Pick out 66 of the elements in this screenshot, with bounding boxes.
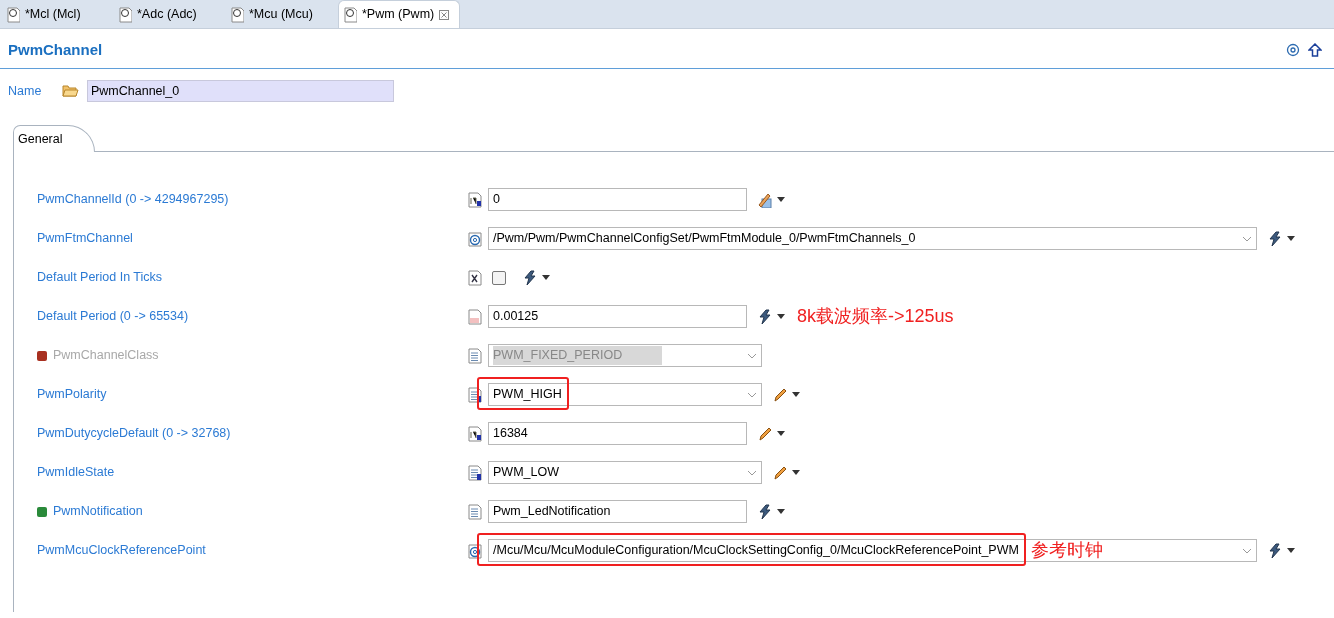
caret-down-icon[interactable] bbox=[777, 431, 785, 436]
name-field[interactable]: PwmChannel_0 bbox=[87, 80, 394, 102]
document-icon bbox=[6, 6, 20, 23]
field-label: PwmFtmChannel bbox=[37, 230, 133, 248]
field-label: PwmIdleState bbox=[37, 464, 115, 482]
caret-down-icon[interactable] bbox=[777, 197, 785, 202]
caret-down-icon[interactable] bbox=[777, 314, 785, 319]
caret-down-icon[interactable] bbox=[792, 470, 800, 475]
chevron-down-icon bbox=[747, 352, 757, 359]
editor-tab[interactable]: *Mcl (Mcl) bbox=[2, 1, 114, 28]
integer-type-icon bbox=[467, 425, 483, 442]
dropdown-field[interactable]: /Pwm/Pwm/PwmChannelConfigSet/PwmFtmModule_0/PwmFtmChannels_0 bbox=[488, 227, 1257, 250]
caret-down-icon[interactable] bbox=[792, 392, 800, 397]
decimal-document-icon bbox=[467, 308, 483, 325]
form-tab[interactable]: General bbox=[13, 125, 95, 152]
document-icon bbox=[343, 6, 357, 23]
caret-down-icon[interactable] bbox=[542, 275, 550, 280]
lightning-icon[interactable] bbox=[757, 503, 773, 520]
name-label: Name bbox=[8, 82, 43, 100]
annotation-note: 参考时钟 bbox=[1030, 539, 1103, 562]
chevron-down-icon bbox=[1242, 547, 1252, 554]
field-label: PwmChannelId (0 -> 4294967295) bbox=[37, 191, 229, 209]
text-field[interactable]: 16384 bbox=[488, 422, 747, 445]
dropdown-field[interactable]: PWM_HIGH bbox=[488, 383, 762, 406]
checkbox[interactable] bbox=[492, 270, 506, 285]
chevron-down-icon bbox=[747, 391, 757, 398]
dropdown-field[interactable]: PWM_LOW bbox=[488, 461, 762, 484]
pencil-icon[interactable] bbox=[757, 425, 773, 442]
field-label: Default Period In Ticks bbox=[37, 269, 163, 287]
field-label: Default Period (0 -> 65534) bbox=[37, 308, 189, 326]
caret-down-icon[interactable] bbox=[1287, 548, 1295, 553]
field-label: PwmPolarity bbox=[37, 386, 107, 404]
field-label: PwmChannelClass bbox=[53, 347, 159, 365]
field-label: PwmDutycycleDefault (0 -> 32768) bbox=[37, 425, 231, 443]
chevron-down-icon bbox=[747, 469, 757, 476]
caret-down-icon[interactable] bbox=[1287, 236, 1295, 241]
dropdown-field[interactable]: /Mcu/Mcu/McuModuleConfiguration/McuClockSettingConfig_0/McuClockReferencePoint_PWM 参考时钟 bbox=[488, 539, 1257, 562]
annotation-note: 8k载波频率->125us bbox=[797, 305, 954, 328]
lightning-icon[interactable] bbox=[1267, 542, 1283, 559]
calculator-pen-icon[interactable] bbox=[757, 191, 773, 208]
close-icon[interactable] bbox=[439, 9, 450, 20]
folder-icon[interactable] bbox=[62, 84, 79, 98]
document-icon bbox=[467, 503, 483, 520]
editor-tab[interactable]: *Mcu (Mcu) bbox=[226, 1, 338, 28]
chevron-down-icon bbox=[1242, 235, 1252, 242]
x-document-icon bbox=[467, 269, 483, 286]
document-icon bbox=[230, 6, 244, 23]
lightning-icon[interactable] bbox=[1267, 230, 1283, 247]
text-field[interactable]: 0.00125 bbox=[488, 305, 747, 328]
document-icon bbox=[467, 347, 483, 364]
field-label: PwmMcuClockReferencePoint bbox=[37, 542, 206, 560]
lightning-icon[interactable] bbox=[522, 269, 538, 286]
up-arrow-icon[interactable] bbox=[1308, 43, 1322, 57]
lightning-icon[interactable] bbox=[757, 308, 773, 325]
text-field[interactable]: Pwm_LedNotification bbox=[488, 500, 747, 523]
editor-title: PwmChannel bbox=[8, 40, 103, 60]
pencil-icon[interactable] bbox=[772, 464, 788, 481]
pencil-icon[interactable] bbox=[772, 386, 788, 403]
editor-tab[interactable]: *Pwm (Pwm) bbox=[338, 0, 461, 28]
field-label: PwmNotification bbox=[53, 503, 143, 521]
caret-down-icon[interactable] bbox=[777, 509, 785, 514]
integer-type-icon bbox=[467, 191, 483, 208]
document-icon bbox=[467, 464, 483, 481]
text-field[interactable]: 0 bbox=[488, 188, 747, 211]
editor-tab[interactable]: *Adc (Adc) bbox=[114, 1, 226, 28]
document-icon bbox=[118, 6, 132, 23]
